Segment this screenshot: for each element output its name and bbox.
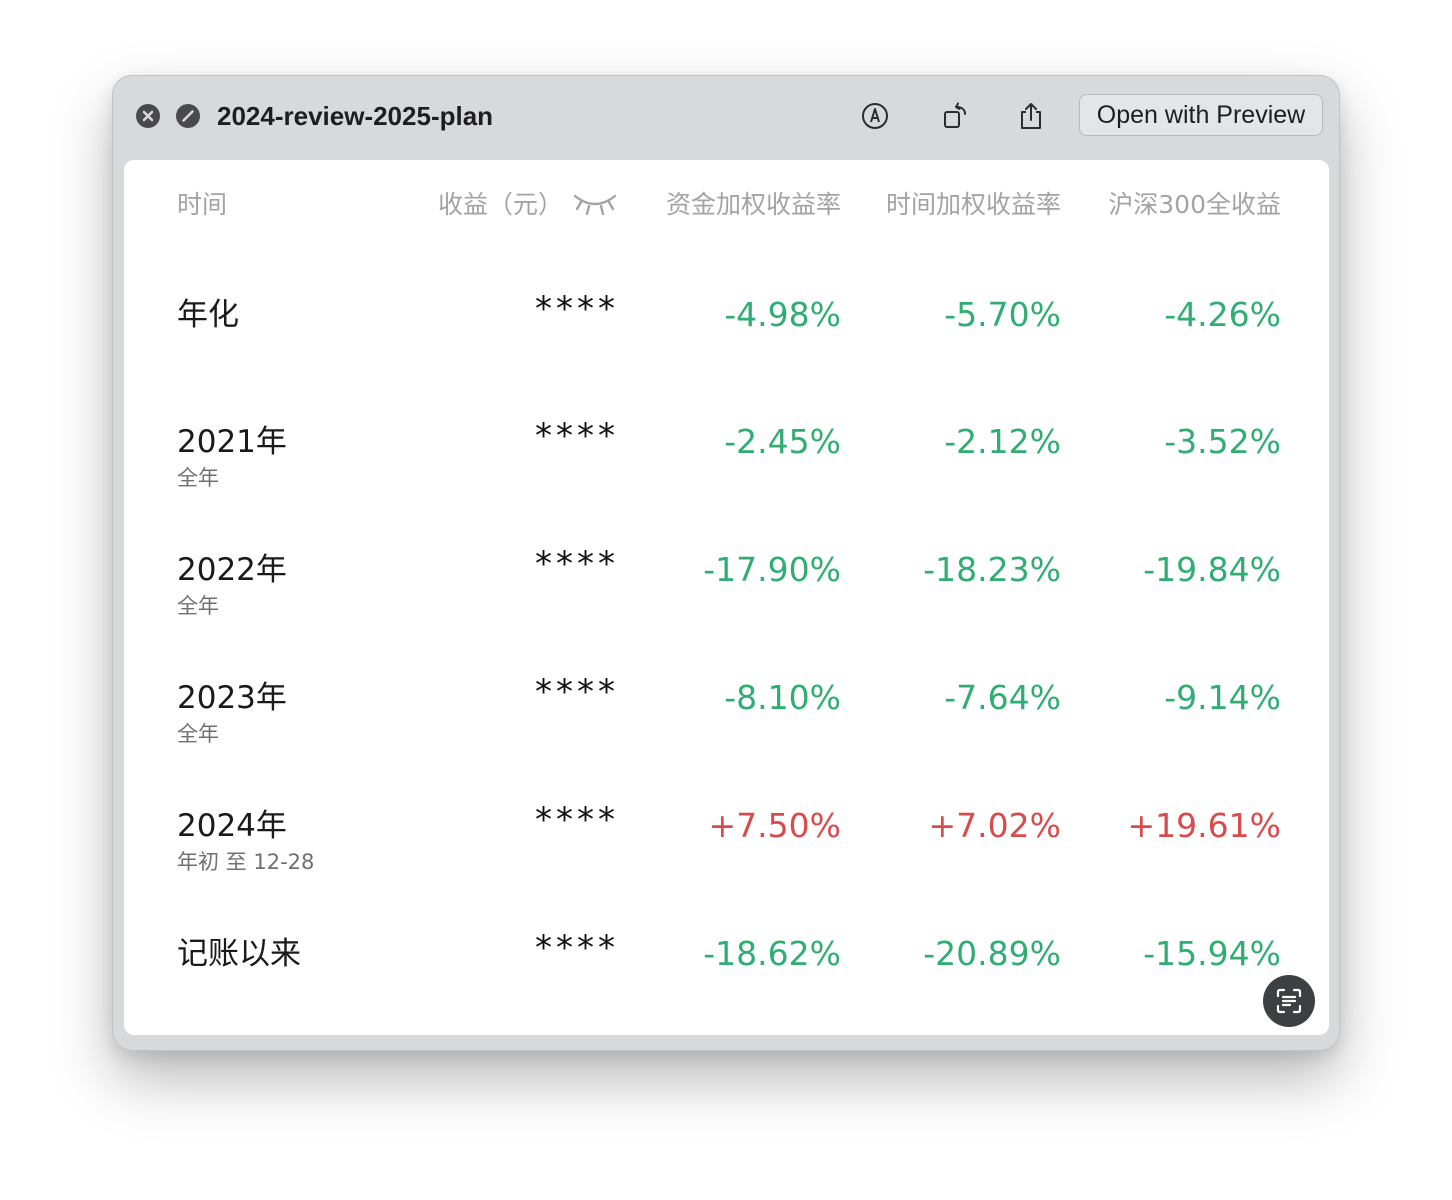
csi300-return-value: -3.52%	[1164, 422, 1281, 461]
share-icon	[1021, 103, 1041, 129]
header-time-weighted-return: 时间加权收益率	[885, 190, 1061, 219]
row-period: 年初 至 12-28	[177, 850, 315, 874]
csi300-return-value: -4.26%	[1164, 295, 1281, 334]
time-weighted-return-value: -20.89%	[923, 934, 1061, 973]
hidden-earnings-value: ****	[535, 289, 619, 329]
money-weighted-return-value: -8.10%	[724, 678, 841, 717]
money-weighted-return-value: -4.98%	[724, 295, 841, 334]
hidden-earnings-value: ****	[535, 800, 619, 840]
row-label: 2024年	[177, 808, 287, 844]
header-csi300-total-return: 沪深300全收益	[1108, 190, 1281, 219]
hidden-earnings-value: ****	[535, 416, 619, 456]
rotate-icon	[944, 102, 966, 128]
document-preview: 时间 收益（元） 资金加权收益率 时间加权收益率 沪深300全收益 年化 **** -4.9…	[124, 160, 1329, 1035]
time-weighted-return-value: -18.23%	[923, 550, 1061, 589]
markup-button[interactable]	[855, 96, 895, 136]
close-icon	[142, 110, 154, 122]
header-money-weighted-return: 资金加权收益率	[665, 190, 841, 219]
csi300-return-value: +19.61%	[1127, 806, 1281, 845]
markup-pen-icon	[862, 103, 888, 129]
money-weighted-return-value: +7.50%	[708, 806, 841, 845]
share-button[interactable]	[1011, 96, 1051, 136]
header-earnings: 收益（元）	[437, 190, 563, 219]
time-weighted-return-value: -5.70%	[944, 295, 1061, 334]
fullscreen-disabled-button[interactable]	[176, 104, 200, 128]
rotate-button[interactable]	[935, 96, 975, 136]
row-period: 全年	[177, 466, 219, 490]
live-text-button[interactable]	[1263, 975, 1315, 1027]
money-weighted-return-value: -17.90%	[703, 550, 841, 589]
slash-circle-icon	[182, 110, 194, 122]
live-text-scan-icon	[1276, 988, 1302, 1014]
money-weighted-return-value: -2.45%	[724, 422, 841, 461]
title-bar: 2024-review-2025-plan Open with Preview	[113, 76, 1339, 156]
hidden-earnings-value: ****	[535, 672, 619, 712]
csi300-return-value: -19.84%	[1143, 550, 1281, 589]
quick-look-window: 2024-review-2025-plan Open with Preview …	[112, 75, 1340, 1051]
hidden-earnings-value: ****	[535, 928, 619, 968]
csi300-return-value: -15.94%	[1143, 934, 1281, 973]
row-label: 年化	[177, 297, 239, 333]
csi300-return-value: -9.14%	[1164, 678, 1281, 717]
window-title: 2024-review-2025-plan	[217, 101, 494, 131]
time-weighted-return-value: -2.12%	[944, 422, 1061, 461]
row-label: 2022年	[177, 552, 287, 588]
row-label: 2021年	[177, 424, 287, 460]
row-period: 全年	[177, 594, 219, 618]
time-weighted-return-value: -7.64%	[944, 678, 1061, 717]
row-period: 全年	[177, 722, 219, 746]
row-label: 记账以来	[177, 936, 301, 972]
time-weighted-return-value: +7.02%	[928, 806, 1061, 845]
money-weighted-return-value: -18.62%	[703, 934, 841, 973]
toggle-visibility-button[interactable]	[572, 190, 620, 220]
hidden-earnings-value: ****	[535, 544, 619, 584]
open-with-preview-button[interactable]: Open with Preview	[1079, 94, 1323, 136]
row-label: 2023年	[177, 680, 287, 716]
close-button[interactable]	[136, 104, 160, 128]
eye-closed-icon	[573, 194, 617, 216]
header-time: 时间	[177, 190, 228, 219]
